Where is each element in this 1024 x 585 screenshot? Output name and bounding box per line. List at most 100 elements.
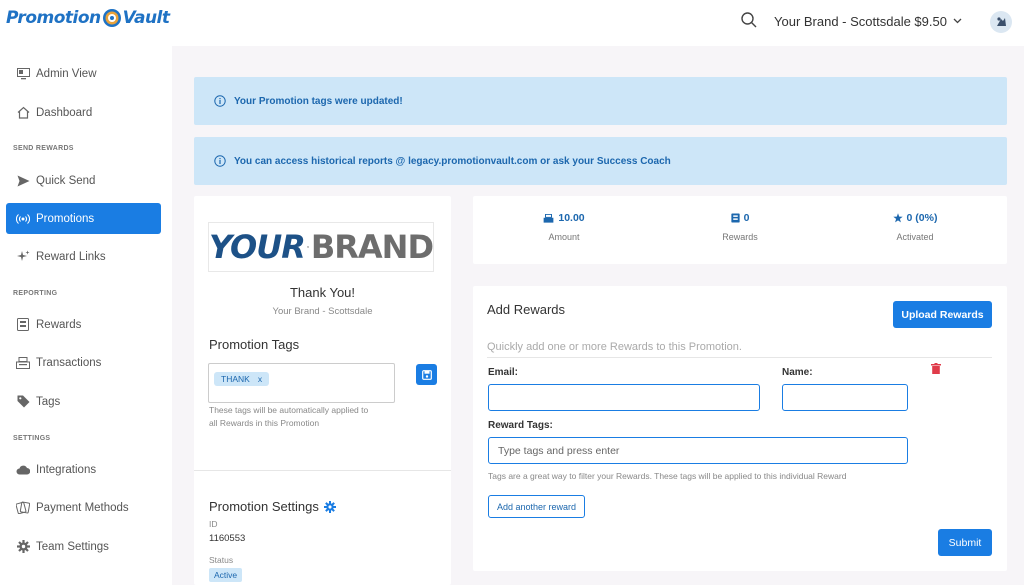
sidebar-item-promotions[interactable]: Promotions — [6, 203, 161, 234]
save-tags-button[interactable] — [416, 364, 437, 385]
send-icon — [16, 174, 30, 188]
section-send-rewards: SEND REWARDS — [13, 145, 74, 152]
status-badge: Active — [209, 568, 243, 582]
add-another-reward-button[interactable]: Add another reward — [488, 495, 585, 518]
sidebar-item-admin-view[interactable]: Admin View — [6, 58, 161, 89]
sidebar-item-payment-methods[interactable]: Payment Methods — [6, 492, 161, 523]
brand-name: Your Brand - Scottsdale — [272, 306, 373, 317]
stat-activated-label: Activated — [896, 232, 934, 242]
stat-activated-value: 0 (0%) — [906, 212, 938, 224]
gear-icon — [16, 540, 30, 554]
sidebar-item-reward-links[interactable]: Reward Links — [6, 241, 161, 272]
stat-rewards: 0 Rewards — [680, 212, 800, 242]
sidebar-item-team-settings[interactable]: Team Settings — [6, 531, 161, 562]
star-icon — [892, 213, 903, 223]
tag-chip-label: THANK — [221, 374, 250, 384]
sidebar-item-label: Quick Send — [36, 174, 96, 187]
sparkle-icon — [16, 250, 30, 264]
id-label: ID — [209, 519, 218, 529]
status-label: Status — [209, 555, 234, 565]
info-icon — [214, 95, 226, 107]
tag-icon — [16, 395, 30, 409]
cloud-icon — [16, 463, 30, 477]
card-divider — [194, 470, 451, 471]
sidebar-item-label: Dashboard — [36, 106, 93, 119]
logo-text-left: Promotion — [6, 8, 101, 28]
rewards-icon — [730, 213, 740, 223]
avatar[interactable] — [990, 11, 1012, 33]
tag-chip: THANK x — [214, 372, 270, 386]
promotion-settings-title: Promotion Settings — [209, 499, 336, 514]
alert-text: You can access historical reports @ lega… — [234, 155, 671, 167]
save-icon — [421, 369, 432, 380]
submit-button[interactable]: Submit — [938, 529, 992, 556]
sidebar: Promotion Vault Admin View Dashboard SEN… — [0, 0, 172, 585]
section-settings: SETTINGS — [13, 435, 51, 442]
tags-updated-alert: Your Promotion tags were updated! — [194, 77, 1007, 125]
fingerprint-icon — [307, 246, 309, 248]
register-icon — [543, 213, 554, 223]
settings-gear-icon[interactable] — [323, 500, 336, 513]
brand-logo-word-2: BRAND — [310, 228, 434, 266]
top-bar: Your Brand - Scottsdale $9.50 — [172, 0, 1024, 46]
promotion-settings-label: Promotion Settings — [209, 499, 319, 514]
tags-help-line-2: all Rewards in this Promotion — [209, 418, 320, 428]
add-rewards-description: Quickly add one or more Rewards to this … — [487, 341, 742, 353]
thank-you-heading: Thank You! — [289, 285, 356, 300]
brand-logo: YOUR BRAND — [208, 222, 434, 272]
sidebar-item-rewards[interactable]: Rewards — [6, 309, 161, 340]
email-label: Email: — [488, 367, 519, 378]
sidebar-item-transactions[interactable]: Transactions — [6, 347, 161, 378]
vault-dial-icon — [102, 9, 121, 27]
cards-icon — [16, 501, 30, 515]
brand-selector[interactable]: Your Brand - Scottsdale $9.50 — [774, 14, 962, 29]
tag-remove-button[interactable]: x — [258, 374, 262, 384]
sidebar-item-label: Payment Methods — [36, 501, 129, 514]
monitor-icon — [16, 67, 30, 81]
sidebar-item-label: Reward Links — [36, 250, 106, 263]
sidebar-item-tags[interactable]: Tags — [6, 386, 161, 417]
user-avatar-icon — [997, 17, 1006, 26]
brand-selector-label: Your Brand - Scottsdale $9.50 — [774, 14, 947, 29]
broadcast-icon — [16, 212, 30, 226]
chevron-down-icon — [953, 16, 962, 27]
name-label: Name: — [782, 367, 813, 378]
search-icon[interactable] — [740, 11, 758, 29]
trash-icon[interactable] — [931, 363, 941, 374]
reward-tags-input[interactable] — [488, 437, 908, 464]
promotion-card: YOUR BRAND Thank You! Your Brand - Scott… — [194, 196, 451, 585]
sidebar-item-label: Rewards — [36, 318, 82, 331]
add-rewards-title: Add Rewards — [487, 302, 566, 317]
promotion-tags-input[interactable]: THANK x — [208, 363, 395, 403]
section-divider — [487, 357, 992, 358]
stats-card: 10.00 Amount 0 Rewards 0 (0%) Activated — [473, 196, 1007, 264]
sidebar-item-integrations[interactable]: Integrations — [6, 454, 161, 485]
sidebar-item-label: Integrations — [36, 463, 97, 476]
promotion-tags-title: Promotion Tags — [209, 337, 300, 352]
tags-help-line-1: These tags will be automatically applied… — [209, 405, 369, 415]
sidebar-item-dashboard[interactable]: Dashboard — [6, 97, 161, 128]
home-icon — [16, 106, 30, 120]
logo-text-right: Vault — [122, 8, 170, 28]
info-icon — [214, 155, 226, 167]
stat-amount: 10.00 Amount — [504, 212, 624, 242]
stat-rewards-value: 0 — [743, 212, 750, 224]
email-field[interactable] — [488, 384, 760, 411]
stat-rewards-label: Rewards — [722, 232, 758, 242]
rewards-icon — [16, 318, 30, 332]
sidebar-item-quick-send[interactable]: Quick Send — [6, 165, 161, 196]
id-value: 1160553 — [209, 533, 246, 544]
reward-tags-label: Reward Tags: — [488, 420, 553, 431]
upload-rewards-button[interactable]: Upload Rewards — [893, 301, 992, 328]
brand-logo-word-1: YOUR — [209, 228, 306, 266]
historical-reports-alert: You can access historical reports @ lega… — [194, 137, 1007, 185]
stat-amount-label: Amount — [548, 232, 580, 242]
app-logo[interactable]: Promotion Vault — [6, 8, 170, 28]
name-field[interactable] — [782, 384, 908, 411]
reward-tags-help: Tags are a great way to filter your Rewa… — [488, 471, 847, 481]
section-reporting: REPORTING — [13, 290, 58, 297]
sidebar-item-label: Promotions — [36, 212, 95, 225]
stat-activated: 0 (0%) Activated — [855, 212, 975, 242]
sidebar-item-label: Team Settings — [36, 540, 109, 553]
register-icon — [16, 356, 30, 370]
